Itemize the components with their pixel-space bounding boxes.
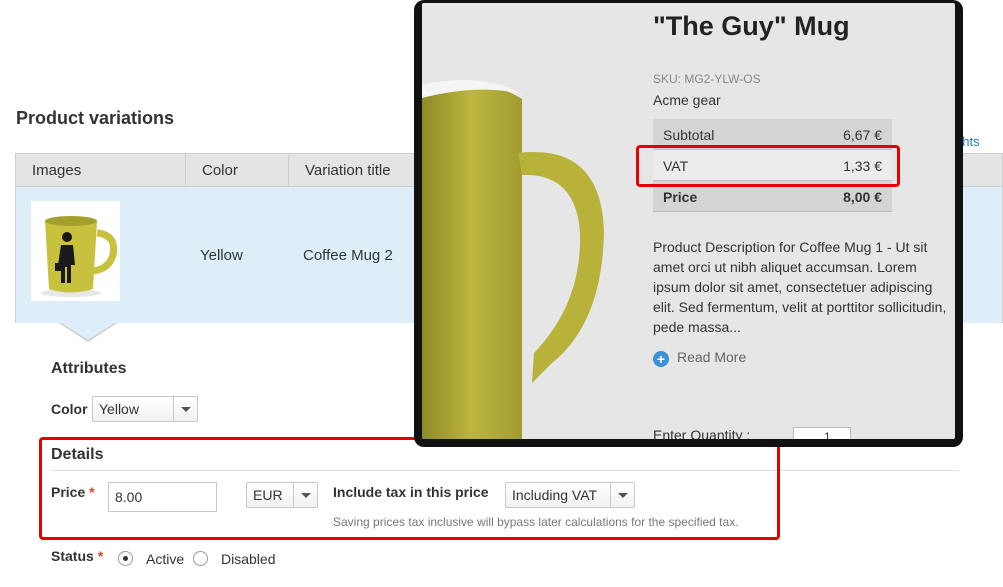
row-color: Yellow: [200, 247, 243, 264]
product-description: Product Description for Coffee Mug 1 - U…: [653, 239, 947, 335]
subtotal-value: 6,67 €: [843, 127, 882, 143]
status-required-mark: *: [97, 548, 104, 564]
header-images[interactable]: Images: [16, 154, 186, 187]
quantity-value: 1: [824, 430, 831, 439]
header-color[interactable]: Color: [186, 154, 289, 187]
section-title: Product variations: [16, 108, 175, 128]
row-pointer: [60, 322, 116, 340]
read-more-label: Read More: [677, 349, 747, 365]
color-select[interactable]: Yellow: [92, 396, 198, 422]
chevron-down-icon: [173, 397, 197, 421]
price-row-value: 8,00 €: [843, 189, 882, 205]
product-title: "The Guy" Mug: [653, 11, 850, 41]
status-disabled-radio[interactable]: [193, 551, 208, 566]
price-row-label: Price: [663, 189, 698, 205]
read-more-link[interactable]: + Read More: [653, 349, 746, 367]
header-variation-title[interactable]: Variation title: [289, 154, 429, 187]
status-active-radio[interactable]: [118, 551, 133, 566]
quantity-input[interactable]: 1: [793, 427, 851, 439]
status-label-text: Status: [51, 548, 94, 564]
details-highlight: [39, 437, 780, 540]
color-label: Color: [51, 401, 88, 417]
color-select-value: Yellow: [99, 401, 139, 417]
attributes-heading: Attributes: [51, 360, 127, 377]
subtotal-label: Subtotal: [663, 127, 715, 143]
product-brand: Acme gear: [653, 92, 721, 108]
plus-circle-icon: +: [653, 351, 669, 367]
row-title: Coffee Mug 2: [303, 247, 393, 264]
status-active-label[interactable]: Active: [146, 551, 184, 567]
mug-thumbnail: [31, 201, 120, 301]
status-label: Status *: [51, 548, 103, 564]
status-disabled-label[interactable]: Disabled: [221, 551, 275, 567]
product-sku: SKU: MG2-YLW-OS: [653, 72, 761, 86]
mug-image: [422, 79, 604, 439]
quantity-label: Enter Quantity :: [653, 427, 751, 439]
vat-highlight: [636, 145, 900, 187]
preview-content: "The Guy" Mug SKU: MG2-YLW-OS Acme gear …: [422, 3, 955, 439]
storefront-preview: "The Guy" Mug SKU: MG2-YLW-OS Acme gear …: [414, 0, 963, 447]
